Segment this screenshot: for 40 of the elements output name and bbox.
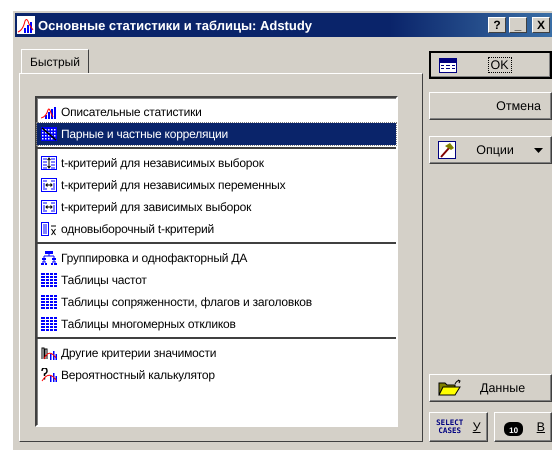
list-item[interactable]: Вероятностный калькулятор [37,364,396,386]
chart-icon [41,346,57,360]
list-item[interactable]: Описательные статистики [37,101,396,123]
minimize-button[interactable]: _ [509,17,527,33]
data-button[interactable]: Данные [429,374,552,402]
list-item[interactable]: Таблицы многомерных откликов [37,313,396,335]
table-icon [41,317,57,331]
list-item[interactable]: одновыборочный t-критерий [37,218,396,240]
table-arrows-icon [41,200,57,214]
table-arrows-icon [41,178,57,192]
table-arrows-icon [41,156,57,170]
list-item[interactable]: Другие критерии значимости [37,342,396,364]
question-chart-icon [41,368,57,382]
options-button[interactable]: Опции [429,136,552,164]
histogram-icon [41,105,57,119]
dropdown-arrow-icon [534,148,543,152]
list-item[interactable]: Группировка и однофакторный ДА [37,247,396,269]
column-mean-icon [41,222,57,236]
window-title: Основные статистики и таблицы: Adstudy [38,18,313,32]
table-icon [41,295,57,309]
tab[interactable]: Быстрый [21,49,89,73]
cancel-button[interactable]: Отмена [429,92,552,120]
grid-icon [41,127,57,141]
list-item[interactable]: Парные и частные корреляции [37,123,396,145]
close-button[interactable]: X [532,17,550,33]
weight-button[interactable]: 10 В [494,412,552,442]
table-icon [439,58,458,72]
list-item[interactable]: Таблицы частот [37,269,396,291]
weight-icon: 10 [504,422,524,436]
ok-button[interactable]: OK [429,51,552,79]
table-icon [41,273,57,287]
chart-icon [17,16,35,34]
list-item[interactable]: t-критерий для независимых выборок [37,152,396,174]
list-item[interactable]: Таблицы сопряженности, флагов и заголовков [37,291,396,313]
list-item[interactable]: t-критерий для зависимых выборок [37,196,396,218]
hammer-icon [438,141,456,159]
list-item[interactable]: t-критерий для независимых переменных [37,174,396,196]
help-button[interactable]: ? [488,17,506,33]
tree-icon [41,251,57,265]
folder-icon [438,379,462,397]
